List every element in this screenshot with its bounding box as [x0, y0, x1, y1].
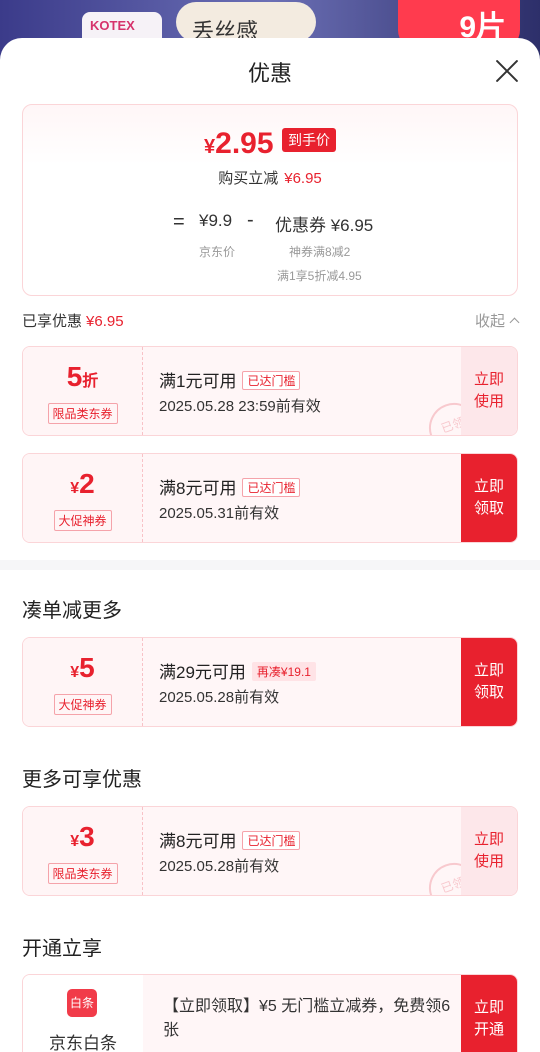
- close-icon[interactable]: [494, 58, 520, 84]
- coupon-card: ¥2 大促神券 满8元可用 已达门槛 2025.05.31前有效 立即领取: [22, 453, 518, 543]
- section-title-open-enjoy: 开通立享: [22, 938, 102, 960]
- section-title-more-order: 凑单减更多: [22, 600, 122, 622]
- coupon-condition: 满8元可用 已达门槛: [159, 474, 301, 499]
- sheet-header: 优惠: [0, 38, 540, 104]
- baitiao-description: 【立即领取】¥5 无门槛立减券，免费领6张: [163, 998, 451, 1039]
- threshold-flag: 已达门槛: [242, 831, 301, 850]
- claim-now-button[interactable]: 立即领取: [461, 638, 517, 726]
- coupon-validity: 2025.05.28前有效: [159, 858, 280, 875]
- enjoyed-discount: 已享优惠 ¥6.95: [22, 313, 124, 330]
- coupon-validity: 2025.05.28 23:59前有效: [159, 398, 321, 415]
- price-formula: = ¥9.9 - 优惠券 ¥6.95 京东价 神券满8减2 满1享5折减4.95: [173, 209, 374, 283]
- coupon-total: 优惠券 ¥6.95: [275, 216, 374, 235]
- discount-sheet: 优惠 ¥2.95 到手价 购买立减 ¥6.95 = ¥9.9 - 优惠券 ¥6.9…: [0, 38, 540, 1052]
- baitiao-offer-card: 白条 京东白条 【立即领取】¥5 无门槛立减券，免费领6张 立即开通: [22, 974, 518, 1052]
- coupon-validity: 2025.05.31前有效: [159, 505, 280, 522]
- coupon-type: 限品类东券: [47, 863, 118, 884]
- baitiao-name: 京东白条: [49, 1034, 117, 1052]
- price-summary: ¥2.95 到手价 购买立减 ¥6.95 = ¥9.9 - 优惠券 ¥6.95 京…: [22, 104, 518, 296]
- reduce-line: 购买立减 ¥6.95: [218, 170, 322, 187]
- coupon-type: 大促神券: [53, 510, 112, 531]
- claim-now-button[interactable]: 立即领取: [461, 454, 517, 542]
- top-up-flag: 再凑¥19.1: [251, 662, 316, 681]
- coupon-card: 5折 限品类东券 满1元可用 已达门槛 2025.05.28 23:59前有效 已…: [22, 346, 518, 436]
- coupon-condition: 满8元可用 已达门槛: [159, 827, 301, 852]
- section-title-more-offers: 更多可享优惠: [22, 769, 142, 791]
- coupon-condition: 满1元可用 已达门槛: [159, 367, 301, 392]
- final-price: ¥2.95: [204, 127, 274, 160]
- chevron-up-icon: [509, 317, 520, 328]
- collapse-button[interactable]: 收起: [475, 310, 520, 331]
- use-now-button[interactable]: 立即使用: [461, 807, 517, 895]
- arrive-price-tag: 到手价: [281, 128, 336, 152]
- baitiao-icon: 白条: [67, 989, 97, 1017]
- threshold-flag: 已达门槛: [242, 371, 301, 390]
- jd-price: ¥9.9: [199, 211, 233, 230]
- coupon-card: ¥3 限品类东券 满8元可用 已达门槛 2025.05.28前有效 已领 立即使用: [22, 806, 518, 896]
- coupon-type: 限品类东券: [47, 403, 118, 424]
- coupon-validity: 2025.05.28前有效: [159, 689, 280, 706]
- section-divider: [0, 560, 540, 570]
- sheet-title: 优惠: [247, 61, 292, 86]
- product-label: 丢丝感: [176, 2, 316, 45]
- use-now-button[interactable]: 立即使用: [461, 347, 517, 435]
- coupon-detail-2: 满1享5折减4.95: [277, 269, 362, 283]
- coupon-detail-1: 神券满8减2: [289, 245, 351, 259]
- open-now-button[interactable]: 立即开通: [461, 975, 517, 1052]
- coupon-card: ¥5 大促神券 满29元可用 再凑¥19.1 2025.05.28前有效 立即领取: [22, 637, 518, 727]
- coupon-type: 大促神券: [53, 694, 112, 715]
- coupon-condition: 满29元可用 再凑¥19.1: [159, 658, 316, 683]
- threshold-flag: 已达门槛: [242, 478, 301, 497]
- jd-price-label: 京东价: [199, 245, 236, 259]
